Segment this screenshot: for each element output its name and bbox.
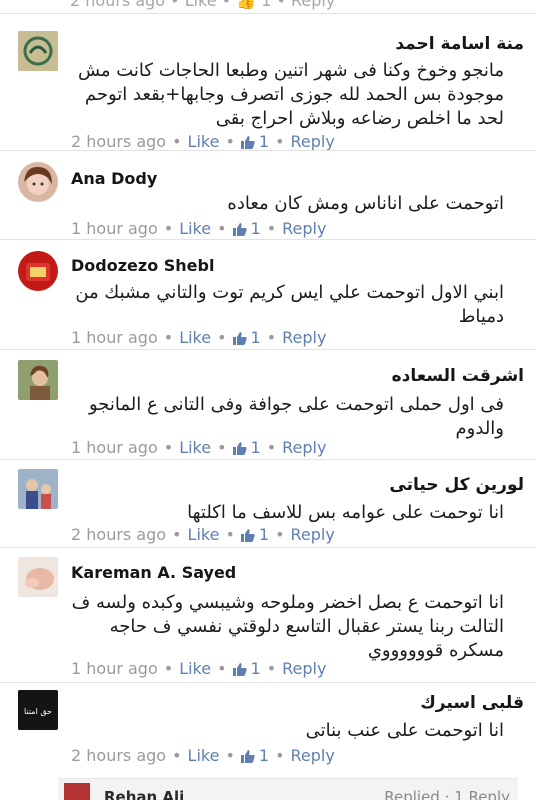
comment-time[interactable]: 1 hour ago	[71, 438, 158, 457]
comment-author[interactable]: Ana Dody	[71, 169, 157, 188]
thumbs-up-icon	[240, 136, 255, 149]
comment-time[interactable]: 1 hour ago	[71, 219, 158, 238]
like-count[interactable]: 1	[251, 328, 261, 347]
thumbs-up-icon	[232, 663, 247, 676]
like-count[interactable]: 1	[259, 132, 269, 151]
thumbs-up-icon	[232, 223, 247, 236]
like-link[interactable]: Like	[188, 746, 220, 765]
reply-link[interactable]: Reply	[282, 438, 326, 457]
comment: اشرقت السعاده فى اول حملى اتوحمت على جوا…	[0, 349, 536, 459]
avatar[interactable]: حق امتنا	[18, 690, 58, 730]
svg-text:حق امتنا: حق امتنا	[24, 707, 52, 716]
like-link[interactable]: Like	[179, 219, 211, 238]
comment-time[interactable]: 1 hour ago	[71, 328, 158, 347]
avatar[interactable]	[18, 251, 58, 291]
avatar[interactable]	[18, 360, 58, 400]
comment-time[interactable]: 2 hours ago	[71, 132, 166, 151]
like-link[interactable]: Like	[188, 132, 220, 151]
comment-text: ابني الاول اتوحمت علي ايس كريم توت والتا…	[75, 282, 504, 327]
comment-meta: 2 hours ago • Like • 1 • Reply	[71, 132, 335, 151]
comment: حق امتنا قلبى اسيرك انا اتوحمت على عنب ب…	[0, 682, 536, 778]
reply-link[interactable]: Reply	[291, 525, 335, 544]
comment-author[interactable]: Dodozezo Shebl	[71, 256, 214, 275]
like-link[interactable]: Like	[179, 438, 211, 457]
comment-meta: 1 hour ago • Like • 1 • Reply	[71, 219, 327, 238]
comment-meta: 1 hour ago • Like • 1 • Reply	[71, 659, 327, 678]
reply-preview[interactable]: Rehan Ali Replied · 1 Reply	[58, 778, 518, 800]
comment: Ana Dody اتوحمت على اناناس ومش كان معاده…	[0, 150, 536, 250]
like-count[interactable]: 1	[251, 438, 261, 457]
thumbs-up-icon	[232, 332, 247, 345]
thumbs-up-icon	[240, 750, 255, 763]
reply-link[interactable]: Reply	[282, 328, 326, 347]
comment-meta: 2 hours ago • Like • 1 • Reply	[71, 525, 335, 544]
comment-author[interactable]: Kareman A. Sayed	[71, 563, 236, 582]
comment-meta: 1 hour ago • Like • 1 • Reply	[71, 328, 327, 347]
comment-time[interactable]: 1 hour ago	[71, 659, 158, 678]
avatar[interactable]	[18, 162, 58, 202]
thumbs-up-icon	[240, 529, 255, 542]
reply-status[interactable]: Replied · 1 Reply	[384, 788, 510, 800]
reply-author[interactable]: Rehan Ali	[104, 788, 184, 800]
avatar-logo: حق امتنا	[18, 690, 58, 730]
comment-meta: 1 hour ago • Like • 1 • Reply	[71, 438, 327, 457]
reply-link[interactable]: Reply	[282, 219, 326, 238]
reply-link[interactable]: Reply	[291, 132, 335, 151]
like-count[interactable]: 1	[251, 219, 261, 238]
comment-text: انا اتوحمت على عنب بناتى	[305, 720, 504, 741]
reply-avatar[interactable]	[64, 783, 90, 800]
comment-text: انا توحمت على عوامه بس للاسف ما اكلتها	[187, 502, 504, 523]
comments-page: 2 hours ago • Like • 👍 1 • Reply منة اسا…	[0, 0, 536, 800]
reply-link[interactable]: Reply	[282, 659, 326, 678]
comment-text: اتوحمت على اناناس ومش كان معاده	[227, 193, 504, 214]
reply-link[interactable]: Reply	[291, 746, 335, 765]
avatar[interactable]	[18, 469, 58, 509]
comment: Kareman A. Sayed انا اتوحمت ع بصل اخضر و…	[0, 547, 536, 682]
avatar[interactable]	[18, 31, 58, 71]
comment-author[interactable]: قلبى اسيرك	[420, 693, 524, 713]
comment-author[interactable]: منة اسامة احمد	[395, 34, 524, 54]
like-link[interactable]: Like	[188, 525, 220, 544]
like-link[interactable]: Like	[179, 328, 211, 347]
like-count[interactable]: 1	[259, 746, 269, 765]
avatar[interactable]	[18, 557, 58, 597]
comment-text: مانجو وخوخ وكنا فى شهر اتنين وطبعا الحاج…	[77, 60, 504, 129]
like-count[interactable]: 1	[259, 525, 269, 544]
comment: لورين كل حياتى انا توحمت على عوامه بس لل…	[0, 459, 536, 547]
comment-text: فى اول حملى اتوحمت على جوافة وفى التانى …	[88, 394, 504, 439]
comment-time[interactable]: 2 hours ago	[71, 746, 166, 765]
comment-time[interactable]: 2 hours ago	[71, 525, 166, 544]
previous-comment-meta: 2 hours ago • Like • 👍 1 • Reply	[70, 0, 336, 10]
comment-text: انا اتوحمت ع بصل اخضر وملوحه وشيبسي وكبد…	[71, 592, 504, 661]
comment: Dodozezo Shebl ابني الاول اتوحمت علي ايس…	[0, 239, 536, 349]
comment: منة اسامة احمد مانجو وخوخ وكنا فى شهر ات…	[0, 13, 536, 163]
comment-author[interactable]: اشرقت السعاده	[392, 366, 524, 386]
thumbs-up-icon	[232, 442, 247, 455]
like-count[interactable]: 1	[251, 659, 261, 678]
comment-meta: 2 hours ago • Like • 1 • Reply	[71, 746, 335, 765]
like-link[interactable]: Like	[179, 659, 211, 678]
comment-author[interactable]: لورين كل حياتى	[389, 475, 524, 495]
